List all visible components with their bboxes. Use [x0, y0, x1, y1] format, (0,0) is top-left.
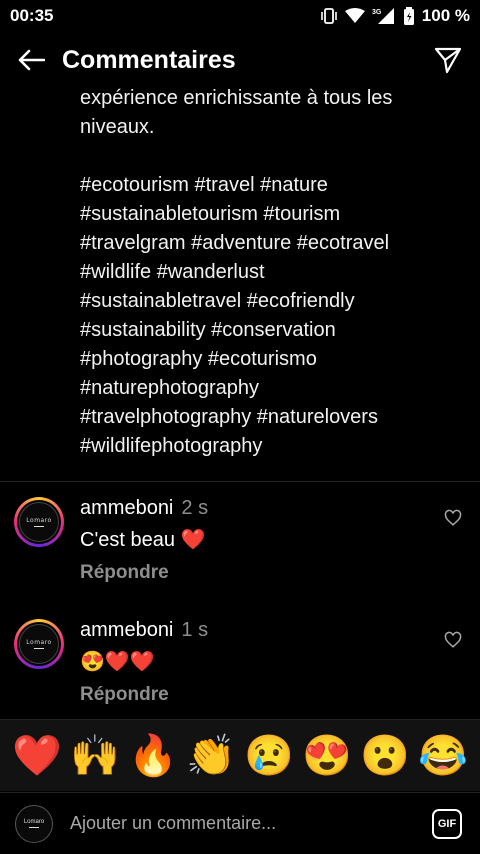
- comment-text: C'est beau ❤️: [80, 529, 206, 551]
- avatar[interactable]: Lomaro: [14, 619, 64, 669]
- emoji-laughing-button[interactable]: 😂: [418, 736, 468, 776]
- emoji-raised-hands-button[interactable]: 🙌: [70, 736, 120, 776]
- hashtag-line[interactable]: #travelphotography #naturelovers: [80, 403, 460, 432]
- comment-header: ammeboni 2 s: [80, 497, 208, 520]
- hashtag-line[interactable]: #ecotourism #travel #nature: [80, 171, 460, 200]
- avatar-logo: Lomaro: [19, 502, 59, 542]
- page-title: Commentaires: [62, 45, 236, 74]
- avatar-logo-text: Lomaro: [26, 516, 52, 524]
- arrow-left-icon: [18, 49, 45, 71]
- hashtag-line[interactable]: #sustainability #conservation: [80, 316, 460, 345]
- hashtag-line[interactable]: #photography #ecoturismo: [80, 345, 460, 374]
- app-bar: Commentaires: [0, 32, 480, 88]
- emoji-surprised-button[interactable]: 😮: [360, 736, 410, 776]
- emoji-clap-button[interactable]: 👏: [186, 736, 236, 776]
- avatar[interactable]: Lomaro: [14, 497, 64, 547]
- back-button[interactable]: [16, 45, 46, 75]
- emoji-fire-button[interactable]: 🔥: [128, 736, 178, 776]
- comment-time: 1 s: [181, 619, 209, 641]
- avatar-logo-text: Lomaro: [26, 638, 52, 646]
- gif-button[interactable]: GIF: [432, 808, 462, 839]
- hashtag-line[interactable]: #travelgram #adventure #ecotravel: [80, 229, 460, 258]
- emoji-crying-button[interactable]: 😢: [244, 736, 294, 776]
- comment-item: Lomaro ammeboni 1 s 😍❤️❤️ Répondre: [0, 619, 480, 729]
- battery-percent: 100 %: [421, 6, 470, 25]
- paper-plane-icon: [434, 47, 462, 74]
- avatar-logo-text: Lomaro: [23, 818, 45, 825]
- emoji-heart-eyes-button[interactable]: 😍: [302, 736, 352, 776]
- emoji-quick-bar: ❤️ 🙌 🔥 👏 😢 😍 😮 😂: [0, 719, 480, 791]
- post-caption: expérience enrichissante à tous les nive…: [80, 84, 460, 461]
- network-type: 3G: [372, 9, 382, 16]
- battery-icon: [403, 7, 414, 25]
- emoji-heart-button[interactable]: ❤️: [12, 736, 62, 776]
- share-button[interactable]: [432, 44, 464, 76]
- comment-input[interactable]: [68, 812, 432, 835]
- comment-username[interactable]: ammeboni: [80, 619, 173, 641]
- heart-outline-icon[interactable]: [444, 631, 462, 649]
- comment-time: 2 s: [181, 497, 209, 519]
- comment-item: Lomaro ammeboni 2 s C'est beau ❤️ Répondr…: [0, 497, 480, 607]
- status-bar: 00:35 3G 100 %: [0, 0, 480, 32]
- comment-composer: Lomaro GIF: [0, 792, 480, 854]
- hashtag-line[interactable]: #sustainabletourism #tourism: [80, 200, 460, 229]
- caption-line: niveaux.: [80, 116, 155, 138]
- hashtag-line[interactable]: #sustainabletravel #ecofriendly: [80, 287, 460, 316]
- avatar-logo: Lomaro: [19, 624, 59, 664]
- comment-username[interactable]: ammeboni: [80, 497, 173, 519]
- status-time: 00:35: [10, 6, 54, 25]
- signal-icon: 3G: [372, 8, 394, 24]
- comment-text: 😍❤️❤️: [80, 651, 155, 673]
- wifi-icon: [344, 8, 365, 23]
- reply-button[interactable]: Répondre: [80, 562, 169, 584]
- reply-button[interactable]: Répondre: [80, 684, 169, 706]
- heart-outline-icon[interactable]: [444, 509, 462, 527]
- vibrate-icon: [320, 8, 337, 24]
- hashtag-line[interactable]: #naturephotography: [80, 374, 460, 403]
- hashtag-line[interactable]: #wildlifephotography: [80, 432, 460, 461]
- status-icons: 3G 100 %: [320, 6, 470, 26]
- caption-line: expérience enrichissante à tous les: [80, 87, 393, 109]
- divider: [0, 481, 480, 482]
- hashtag-line[interactable]: #wildlife #wanderlust: [80, 258, 460, 287]
- comment-header: ammeboni 1 s: [80, 619, 208, 642]
- avatar: Lomaro: [15, 804, 53, 843]
